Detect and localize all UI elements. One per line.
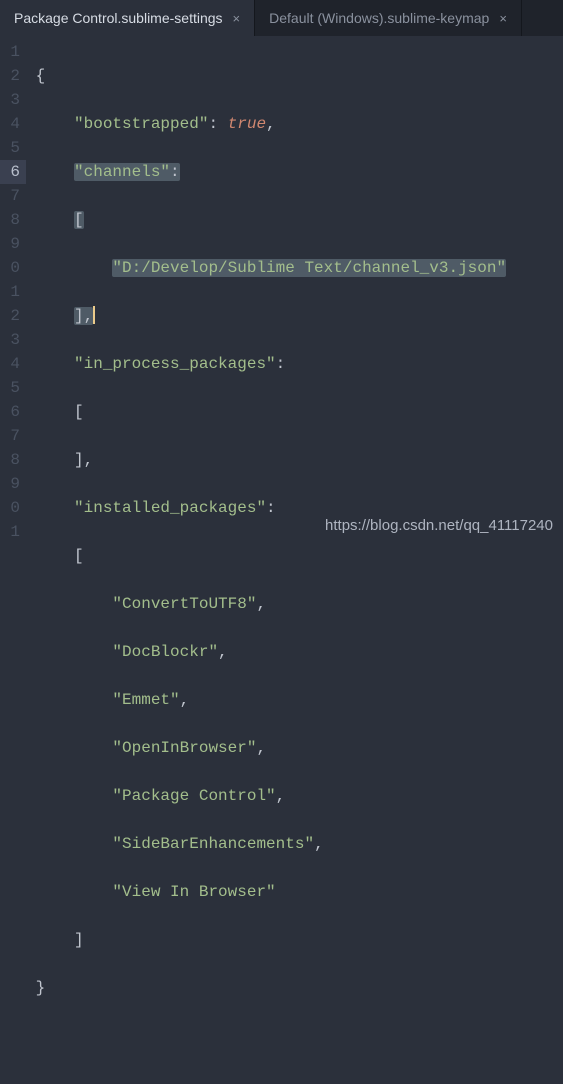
bracket-open: [ [74, 211, 84, 229]
json-value-string: "OpenInBrowser" [112, 739, 256, 757]
colon: : [208, 115, 227, 133]
line-number: 7 [0, 424, 26, 448]
json-key: "in_process_packages" [74, 355, 276, 373]
line-number: 9 [0, 232, 26, 256]
comma: , [314, 835, 324, 853]
line-number: 4 [0, 112, 26, 136]
line-number: 6 [0, 400, 26, 424]
bracket-close-comma: ], [74, 307, 93, 325]
comma: , [218, 643, 228, 661]
bracket-open: [ [74, 547, 84, 565]
line-number: 1 [0, 280, 26, 304]
json-value-string: "D:/Develop/Sublime Text/channel_v3.json… [112, 259, 506, 277]
line-number: 1 [0, 40, 26, 64]
comma: , [266, 115, 276, 133]
line-number: 5 [0, 376, 26, 400]
editor-area[interactable]: 1 2 3 4 5 6 7 8 9 0 1 2 3 4 5 6 7 8 9 0 … [0, 36, 563, 542]
colon: : [266, 499, 276, 517]
watermark-text: https://blog.csdn.net/qq_41117240 [325, 517, 553, 534]
line-number: 9 [0, 472, 26, 496]
brace-close: } [36, 979, 46, 997]
json-value-string: "Emmet" [112, 691, 179, 709]
line-number: 1 [0, 520, 26, 544]
line-gutter: 1 2 3 4 5 6 7 8 9 0 1 2 3 4 5 6 7 8 9 0 … [0, 36, 26, 542]
line-number: 8 [0, 208, 26, 232]
json-value-string: "View In Browser" [112, 883, 275, 901]
comma: , [256, 739, 266, 757]
line-number: 6 [0, 160, 26, 184]
json-key: "installed_packages" [74, 499, 266, 517]
bracket-open: [ [74, 403, 84, 421]
text-cursor [93, 306, 95, 324]
json-value-string: "Package Control" [112, 787, 275, 805]
tab-label: Default (Windows).sublime-keymap [269, 10, 489, 26]
tab-label: Package Control.sublime-settings [14, 10, 223, 26]
colon: : [170, 163, 180, 181]
comma: , [180, 691, 190, 709]
json-value-string: "SideBarEnhancements" [112, 835, 314, 853]
close-icon[interactable]: × [499, 11, 507, 26]
tab-default-keymap[interactable]: Default (Windows).sublime-keymap × [255, 0, 522, 36]
comma: , [276, 787, 286, 805]
bracket-close-comma: ], [74, 451, 93, 469]
line-number: 5 [0, 136, 26, 160]
line-number: 3 [0, 328, 26, 352]
json-value-true: true [228, 115, 266, 133]
brace-open: { [36, 67, 46, 85]
colon: : [276, 355, 286, 373]
line-number: 3 [0, 88, 26, 112]
line-number: 2 [0, 304, 26, 328]
json-key: "channels" [74, 163, 170, 181]
tab-bar: Package Control.sublime-settings × Defau… [0, 0, 563, 36]
line-number: 0 [0, 496, 26, 520]
line-number: 7 [0, 184, 26, 208]
line-number: 2 [0, 64, 26, 88]
tab-package-control[interactable]: Package Control.sublime-settings × [0, 0, 255, 36]
code-content[interactable]: { "bootstrapped": true, "channels": [ "D… [26, 36, 563, 542]
bracket-close: ] [74, 931, 84, 949]
line-number: 0 [0, 256, 26, 280]
line-number: 4 [0, 352, 26, 376]
json-key: "bootstrapped" [74, 115, 208, 133]
comma: , [256, 595, 266, 613]
line-number: 8 [0, 448, 26, 472]
close-icon[interactable]: × [233, 11, 241, 26]
json-value-string: "ConvertToUTF8" [112, 595, 256, 613]
json-value-string: "DocBlockr" [112, 643, 218, 661]
